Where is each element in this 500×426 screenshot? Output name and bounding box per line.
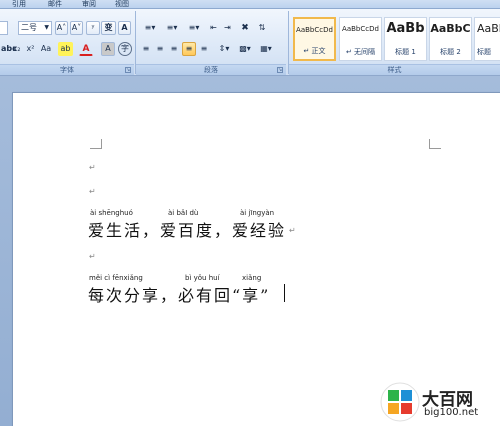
document-page[interactable]: ↵ ↵ ài shēnghuó ài bǎI dù ài jīngyàn 爱生活… xyxy=(12,92,500,426)
clear-format-button[interactable]: ʸ xyxy=(86,21,100,35)
pinyin-annotation: měi cì fēnxiǎng xyxy=(89,274,143,282)
bullet-list-icon: ≡▾ xyxy=(144,23,156,32)
distributed-button[interactable]: ≡ xyxy=(198,42,210,56)
body-text-line[interactable]: 爱生活，爱百度，爱经验 xyxy=(88,217,286,241)
margin-corner-mark xyxy=(90,139,102,149)
pinyin-annotation: ài shēnghuó xyxy=(90,209,133,217)
line-spacing-button[interactable]: ⇕▾ xyxy=(214,42,234,56)
style-heading-2[interactable]: AaBbC 标题 2 xyxy=(429,17,472,61)
distributed-icon: ≡ xyxy=(200,44,208,53)
align-left-button[interactable]: ≡ xyxy=(140,42,152,56)
style-sample: AaBbCcDd xyxy=(342,25,379,33)
increase-indent-button[interactable]: ⇥ xyxy=(221,21,234,35)
multilevel-list-icon: ≡▾ xyxy=(188,23,200,32)
justify-icon: ≡ xyxy=(185,44,193,53)
style-name: ↵ 正文 xyxy=(303,47,326,55)
paragraph-mark: ↵ xyxy=(89,252,96,261)
font-color-button[interactable]: A xyxy=(79,42,93,56)
subscript-button[interactable]: x₂ xyxy=(10,42,23,56)
paint-bucket-icon: ▩▾ xyxy=(239,44,251,53)
style-heading-1[interactable]: AaBb 标题 1 xyxy=(384,17,427,61)
ribbon-tab-bar: 引用 邮件 审阅 视图 xyxy=(0,0,500,9)
character-shading-button[interactable]: A xyxy=(101,42,115,56)
font-group-label: 字体 xyxy=(60,66,74,74)
sort-button[interactable]: ⇅ xyxy=(256,21,268,35)
superscript-button[interactable]: x² xyxy=(24,42,37,56)
indent-icon: ⇥ xyxy=(224,23,231,32)
ribbon: 二号 ▼ A˄ A˅ ʸ 变 A abc x₂ x² Aa ab A A 字 字… xyxy=(0,9,500,76)
line-spacing-icon: ⇕▾ xyxy=(218,44,230,53)
bullets-button[interactable]: ≡▾ xyxy=(140,21,160,35)
style-name: 标题 1 xyxy=(395,48,416,56)
style-no-spacing[interactable]: AaBbCcDd ↵ 无间隔 xyxy=(339,17,382,61)
paragraph-mark: ↵ xyxy=(89,187,96,196)
style-sample: AaBbC xyxy=(430,22,471,35)
style-sample: AaBbC xyxy=(477,22,500,35)
numbered-list-icon: ≡▾ xyxy=(166,23,178,32)
outdent-icon: ⇤ xyxy=(210,23,217,32)
font-size-value: 二号 xyxy=(21,23,37,32)
align-center-icon: ≡ xyxy=(156,44,164,53)
font-name-combo[interactable] xyxy=(0,21,8,35)
tab-references[interactable]: 引用 xyxy=(12,0,26,9)
enclose-character-button[interactable]: 字 xyxy=(118,42,132,56)
brand-logo-icon xyxy=(380,382,420,422)
document-workspace: ↵ ↵ ài shēnghuó ài bǎI dù ài jīngyàn 爱生活… xyxy=(0,76,500,426)
styles-group-label: 样式 xyxy=(387,66,402,74)
borders-button[interactable]: ▦▾ xyxy=(256,42,276,56)
character-border-button[interactable]: A xyxy=(118,21,131,35)
sort-icon: ⇅ xyxy=(258,23,266,32)
tab-mailings[interactable]: 邮件 xyxy=(48,0,62,9)
change-case-button[interactable]: Aa xyxy=(38,42,54,56)
style-name: 标题 2 xyxy=(440,48,461,56)
text-cursor xyxy=(284,284,285,302)
strikethrough-button[interactable]: abc xyxy=(0,42,17,56)
shading-button[interactable]: ▩▾ xyxy=(236,42,254,56)
styles-group-footer: 样式 xyxy=(289,64,500,75)
align-right-icon: ≡ xyxy=(170,44,178,53)
decrease-indent-button[interactable]: ⇤ xyxy=(207,21,220,35)
chinese-layout-button[interactable]: ✖ xyxy=(236,21,254,35)
paragraph-mark: ↵ xyxy=(89,163,96,172)
style-normal[interactable]: AaBbCcDd ↵ 正文 xyxy=(293,17,336,61)
paragraph-group-label: 段落 xyxy=(204,66,218,74)
tab-view[interactable]: 视图 xyxy=(115,0,129,9)
paragraph-group-footer: 段落 ↘ xyxy=(136,64,286,75)
paragraph-mark: ↵ xyxy=(289,226,296,235)
pinyin-annotation: ài jīngyàn xyxy=(240,209,275,217)
pinyin-annotation: bì yǒu huí xyxy=(185,274,220,282)
pinyin-annotation: xiǎng xyxy=(242,274,262,282)
multilevel-list-button[interactable]: ≡▾ xyxy=(184,21,204,35)
body-text-line[interactable]: 每次分享，必有回“享” xyxy=(88,282,270,306)
align-center-button[interactable]: ≡ xyxy=(154,42,166,56)
dialog-launcher-icon[interactable]: ↘ xyxy=(277,67,283,73)
style-title[interactable]: AaBbC 标题 xyxy=(474,17,500,61)
numbering-button[interactable]: ≡▾ xyxy=(162,21,182,35)
align-right-button[interactable]: ≡ xyxy=(168,42,180,56)
style-name: ↵ 无间隔 xyxy=(345,48,376,56)
align-left-icon: ≡ xyxy=(142,44,150,53)
margin-corner-mark xyxy=(429,139,441,149)
border-icon: ▦▾ xyxy=(260,44,272,53)
font-size-combo[interactable]: 二号 ▼ xyxy=(18,21,52,35)
dialog-launcher-icon[interactable]: ↘ xyxy=(125,67,131,73)
chinese-layout-icon: ✖ xyxy=(241,23,249,33)
text-highlight-button[interactable]: ab xyxy=(58,42,73,56)
font-group-footer: 字体 ↘ xyxy=(0,64,134,75)
justify-button[interactable]: ≡ xyxy=(182,42,196,56)
pinyin-annotation: ài bǎI dù xyxy=(168,209,199,217)
brand-url: big100.net xyxy=(424,407,479,418)
style-name: 标题 xyxy=(477,48,491,56)
tab-review[interactable]: 审阅 xyxy=(82,0,96,9)
style-sample: AaBbCcDd xyxy=(296,26,333,34)
phonetic-guide-button[interactable]: 变 xyxy=(101,21,116,35)
grow-font-button[interactable]: A˄ xyxy=(55,21,68,35)
shrink-font-button[interactable]: A˅ xyxy=(70,21,83,35)
style-sample: AaBb xyxy=(386,21,425,36)
chevron-down-icon: ▼ xyxy=(44,24,49,31)
